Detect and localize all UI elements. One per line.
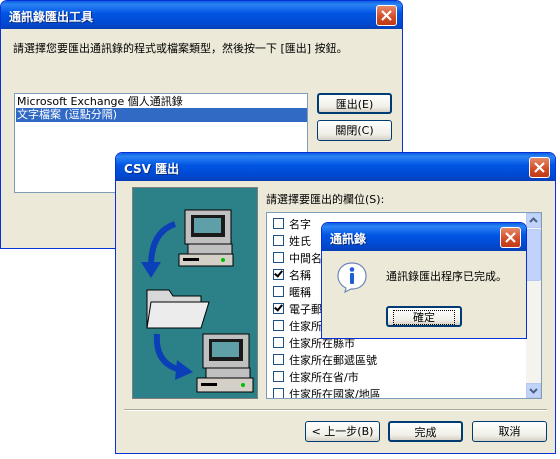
field-label: 住家所在省/市 bbox=[289, 371, 359, 384]
scroll-up-icon[interactable] bbox=[526, 213, 541, 228]
csv-export-titlebar[interactable]: CSV 匯出 bbox=[116, 153, 555, 181]
field-checkbox-row[interactable]: 名字 bbox=[273, 216, 311, 232]
field-checkbox-row[interactable]: 住家所在省/市 bbox=[273, 369, 359, 385]
field-checkbox-row[interactable]: 暱稱 bbox=[273, 284, 311, 300]
field-checkbox-row[interactable]: 住家所在郵遞區號 bbox=[273, 352, 377, 368]
message-box-title: 通訊錄 bbox=[330, 232, 367, 246]
close-icon[interactable] bbox=[376, 5, 397, 26]
field-label: 住家所在郵遞區號 bbox=[289, 354, 377, 367]
message-box-window: 通訊錄 通訊錄匯出程序已完成。 確定 bbox=[321, 222, 527, 339]
scroll-thumb[interactable] bbox=[526, 229, 541, 281]
divider bbox=[124, 409, 547, 411]
field-label: 住家所在國家/地區 bbox=[289, 388, 381, 399]
fields-scrollbar[interactable] bbox=[526, 213, 541, 398]
close-button[interactable]: 關閉(C) bbox=[317, 120, 392, 141]
computer-to-folder-illustration bbox=[141, 209, 254, 393]
close-icon[interactable] bbox=[529, 157, 550, 178]
field-checkbox-row[interactable]: 名稱 bbox=[273, 267, 311, 283]
checkbox[interactable] bbox=[273, 286, 284, 297]
checkbox-checked[interactable] bbox=[273, 303, 284, 314]
fields-label: 請選擇要匯出的欄位(S): bbox=[266, 193, 385, 206]
checkbox[interactable] bbox=[273, 354, 284, 365]
back-button[interactable]: < 上一步(B) bbox=[305, 421, 380, 442]
export-button[interactable]: 匯出(E) bbox=[317, 93, 392, 114]
export-tool-title: 通訊錄匯出工具 bbox=[9, 10, 94, 24]
close-icon[interactable] bbox=[500, 227, 521, 248]
export-tool-titlebar[interactable]: 通訊錄匯出工具 bbox=[1, 1, 402, 29]
field-label: 名稱 bbox=[289, 269, 311, 282]
scroll-down-icon[interactable] bbox=[526, 383, 541, 398]
checkbox[interactable] bbox=[273, 252, 284, 263]
finish-button[interactable]: 完成 bbox=[388, 421, 463, 442]
message-text: 通訊錄匯出程序已完成。 bbox=[386, 270, 507, 283]
field-checkbox-row[interactable]: 姓氏 bbox=[273, 233, 311, 249]
list-item[interactable]: Microsoft Exchange 個人通訊錄 bbox=[17, 95, 183, 109]
checkbox-checked[interactable] bbox=[273, 269, 284, 280]
export-illustration bbox=[132, 187, 258, 399]
message-box-titlebar[interactable]: 通訊錄 bbox=[322, 223, 526, 251]
ok-button[interactable]: 確定 bbox=[386, 306, 462, 327]
field-label: 姓氏 bbox=[289, 235, 311, 248]
checkbox[interactable] bbox=[273, 388, 284, 398]
list-item-selected[interactable]: 文字檔案 (逗點分隔) bbox=[16, 108, 307, 122]
field-label: 暱稱 bbox=[289, 286, 311, 299]
field-label: 名字 bbox=[289, 218, 311, 231]
checkbox[interactable] bbox=[273, 337, 284, 348]
checkbox[interactable] bbox=[273, 218, 284, 229]
export-tool-prompt: 請選擇您要匯出通訊錄的程式或檔案類型，然後按一下 [匯出] 按鈕。 bbox=[13, 42, 348, 55]
field-checkbox-row[interactable]: 住家所在國家/地區 bbox=[273, 386, 381, 399]
checkbox[interactable] bbox=[273, 235, 284, 246]
csv-export-title: CSV 匯出 bbox=[124, 162, 180, 176]
checkbox[interactable] bbox=[273, 320, 284, 331]
field-checkbox-row[interactable]: 中間名 bbox=[273, 250, 322, 266]
info-icon bbox=[336, 261, 368, 294]
field-label: 中間名 bbox=[289, 252, 322, 265]
cancel-button[interactable]: 取消 bbox=[472, 421, 547, 442]
checkbox[interactable] bbox=[273, 371, 284, 382]
